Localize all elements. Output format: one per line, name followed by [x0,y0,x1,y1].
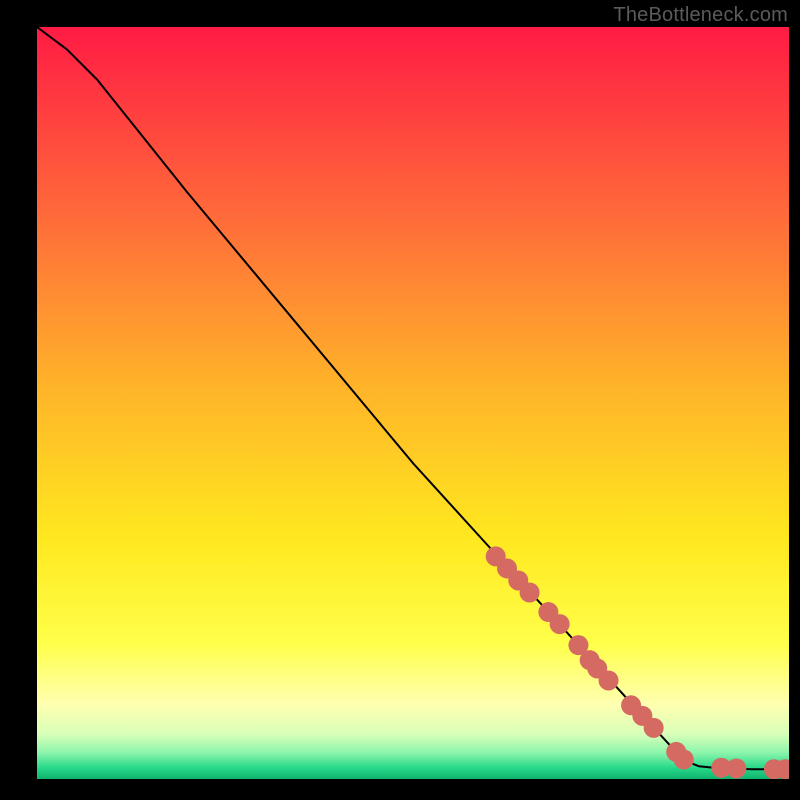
chart-container: TheBottleneck.com [0,0,800,800]
data-marker [644,718,664,738]
chart-svg [37,27,789,779]
data-marker [599,670,619,690]
data-marker [726,758,746,778]
data-marker [550,614,570,634]
source-label: TheBottleneck.com [613,4,788,27]
data-marker [674,749,694,769]
data-marker [520,583,540,603]
chart-background [37,27,789,779]
plot-area [37,27,789,779]
